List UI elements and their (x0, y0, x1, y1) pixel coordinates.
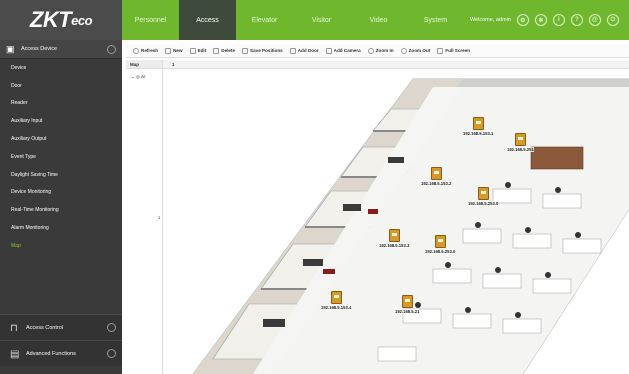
camera-icon (388, 229, 400, 242)
tree-header: Map (126, 60, 162, 69)
sidebar-item-map[interactable]: Map (0, 237, 122, 255)
sidebar-item-auxiliary-input[interactable]: Auxiliary Input (0, 112, 122, 130)
camera-icon (430, 167, 442, 180)
camera-marker[interactable]: 192.168.5.251 (507, 133, 534, 152)
full-screen-button[interactable]: Full Screen (437, 47, 470, 54)
tree-node[interactable]: ⌄ ◎ Ar (126, 74, 162, 80)
refresh-button[interactable]: Refresh (133, 47, 158, 54)
tab-video[interactable]: Video (350, 0, 407, 40)
camera-icon (472, 117, 484, 130)
settings-icon[interactable]: ⚙ (516, 14, 529, 26)
add-door-button[interactable]: Add Door (289, 47, 319, 54)
info-icon[interactable]: i (552, 14, 565, 26)
sidebar-item-device[interactable]: Device (0, 59, 122, 77)
power-icon[interactable]: ⏻ (606, 14, 619, 26)
camera-marker[interactable]: 192.168.5.21 (395, 295, 420, 314)
zoom-in-button[interactable]: Zoom In (367, 47, 394, 54)
zoom-in-icon (367, 47, 374, 54)
sidebar-section-access-device[interactable]: ▣ Access Device (0, 40, 122, 59)
sidebar-section-access-control[interactable]: ⊓ Access Control (0, 314, 122, 340)
map-tab[interactable]: 1 (163, 60, 629, 69)
camera-icon (325, 47, 332, 54)
sidebar-item-reader[interactable]: Reader (0, 95, 122, 113)
floor-map-view[interactable]: 192.168.5.153.1 192.168.5.251 192.168.5.… (163, 69, 629, 374)
advanced-icon: ▤ (10, 348, 20, 360)
expand-icon[interactable] (107, 323, 116, 332)
sidebar-item-real-time-monitoring[interactable]: Real-Time Monitoring (0, 201, 122, 219)
sidebar-footer-label: Access Control (26, 324, 63, 331)
sidebar-footer-label: Advanced Functions (26, 350, 76, 357)
add-camera-button[interactable]: Add Camera (325, 47, 361, 54)
sidebar-item-auxiliary-output[interactable]: Auxiliary Output (0, 130, 122, 148)
camera-marker[interactable]: 192.168.5.153.2 (421, 167, 452, 186)
door-icon (289, 47, 296, 54)
edit-button[interactable]: Edit (189, 47, 206, 54)
tab-elevator[interactable]: Elevator (236, 0, 293, 40)
sidebar-item-device-monitoring[interactable]: Device Monitoring (0, 184, 122, 202)
camera-marker[interactable]: 192.168.5.153.1 (463, 117, 494, 136)
new-button[interactable]: New (165, 47, 183, 54)
sidebar: ▣ Access Device Device Door Reader Auxil… (0, 40, 122, 374)
toolbar: Refresh New Edit Delete Save Positions A… (126, 44, 629, 58)
floor-plan-image (192, 78, 629, 374)
zoom-out-icon (400, 47, 407, 54)
top-navigation-bar: ZKT eco Personnel Access Elevator Visitor… (0, 0, 629, 40)
sidebar-item-daylight-saving-time[interactable]: Daylight Saving Time (0, 166, 122, 184)
delete-button[interactable]: Delete (213, 47, 235, 54)
camera-marker[interactable]: 192.168.5.153.4 (321, 291, 352, 310)
tab-visitor[interactable]: Visitor (293, 0, 350, 40)
collapse-icon[interactable] (107, 44, 116, 54)
edit-icon (189, 47, 196, 54)
fullscreen-icon (437, 47, 444, 54)
tab-system[interactable]: System (407, 0, 464, 40)
user-icon[interactable]: @ (588, 14, 601, 26)
sidebar-section-advanced-functions[interactable]: ▤ Advanced Functions (0, 340, 122, 366)
sidebar-section-label: Access Device (21, 46, 58, 52)
device-icon: ▣ (6, 43, 15, 54)
camera-marker[interactable]: 192.168.5.253.0 (468, 187, 499, 206)
camera-icon (401, 295, 413, 308)
gear-icon[interactable]: ✻ (534, 14, 547, 26)
lock-icon: ⊓ (10, 322, 18, 334)
camera-marker[interactable]: 192.168.5.153.3 (379, 229, 410, 248)
camera-marker[interactable]: 192.168.5.253.0 (425, 235, 456, 254)
help-icon[interactable]: ? (570, 14, 583, 26)
zkteco-logo: ZKT eco (0, 0, 122, 40)
save-icon (242, 47, 249, 54)
sidebar-item-event-type[interactable]: Event Type (0, 148, 122, 166)
sidebar-item-alarm-monitoring[interactable]: Alarm Monitoring (0, 219, 122, 237)
tab-personnel[interactable]: Personnel (122, 0, 179, 40)
zoom-out-button[interactable]: Zoom Out (400, 47, 430, 54)
save-positions-button[interactable]: Save Positions (242, 47, 283, 54)
delete-icon (213, 47, 220, 54)
expand-icon[interactable] (107, 349, 116, 358)
camera-icon (330, 291, 342, 304)
camera-icon (434, 235, 446, 248)
panel-splitter[interactable]: 1 (158, 215, 161, 220)
camera-icon (514, 133, 526, 146)
app-window: ZKT eco Personnel Access Elevator Visitor… (0, 0, 629, 374)
tab-access[interactable]: Access (179, 0, 236, 40)
welcome-text: Welcome, admin (470, 17, 511, 23)
camera-icon (477, 187, 489, 200)
new-icon (165, 47, 172, 54)
sidebar-item-door[interactable]: Door (0, 77, 122, 95)
refresh-icon (133, 47, 139, 54)
